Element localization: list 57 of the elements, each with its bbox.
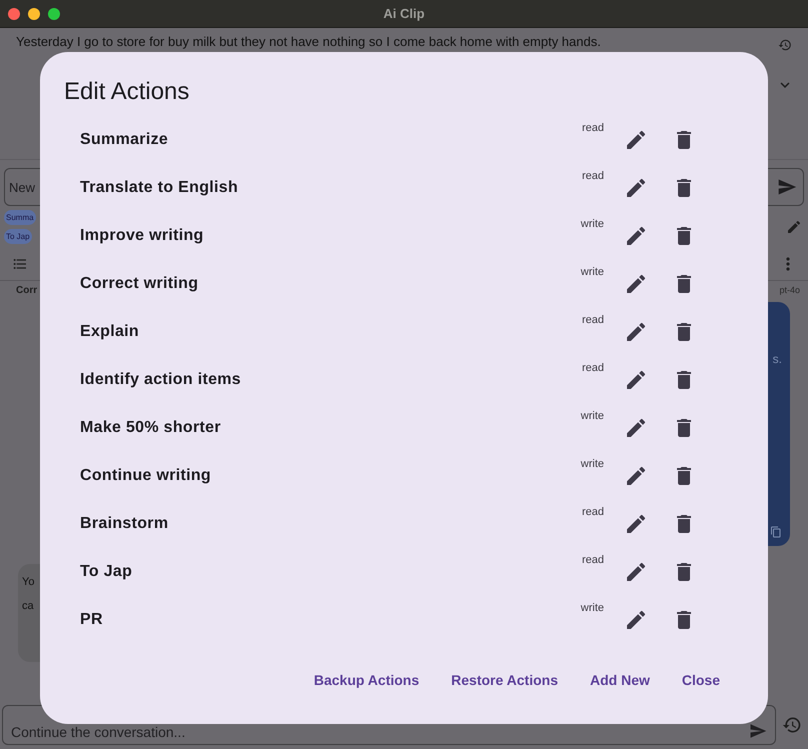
pencil-icon[interactable]: [786, 219, 802, 235]
pencil-icon: [624, 464, 648, 488]
action-mode: read: [580, 362, 604, 374]
action-name: Correct writing: [80, 275, 200, 293]
pencil-icon: [624, 128, 648, 152]
close-dot[interactable]: [8, 8, 20, 20]
dialog-button[interactable]: Add New: [578, 664, 662, 696]
model-label: pt-4o: [779, 285, 800, 296]
dialog-button[interactable]: Backup Actions: [302, 664, 432, 696]
pencil-icon: [624, 272, 648, 296]
zoom-dot[interactable]: [48, 8, 60, 20]
pencil-icon: [624, 512, 648, 536]
window-title: Ai Clip: [383, 6, 425, 21]
action-name: Make 50% shorter: [80, 419, 222, 437]
copy-icon[interactable]: [770, 526, 782, 538]
action-name: Summarize: [80, 131, 170, 149]
history-icon[interactable]: [778, 38, 792, 52]
action-mode: write: [580, 266, 604, 278]
reply-text: s.: [772, 352, 782, 366]
action-name: Translate to English: [80, 179, 240, 197]
action-chip[interactable]: Summa: [4, 210, 36, 225]
action-mode: write: [580, 218, 604, 230]
action-mode: read: [580, 554, 604, 566]
send-icon[interactable]: [749, 722, 767, 740]
prompt-text: Yesterday I go to store for buy milk but they not have nothing so I come back home with empty hands.: [16, 34, 601, 49]
action-mode: read: [580, 314, 604, 326]
conversation-label: Corr: [16, 285, 38, 296]
pencil-icon: [624, 224, 648, 248]
action-mode: read: [580, 122, 604, 134]
action-mode: write: [580, 602, 604, 614]
pencil-icon: [624, 560, 648, 584]
send-icon[interactable]: [777, 177, 797, 197]
dialog-title: Edit Actions: [64, 78, 190, 106]
pencil-icon: [624, 320, 648, 344]
action-mode: read: [580, 170, 604, 182]
message-text: ca: [22, 600, 35, 612]
dialog-button[interactable]: Close: [670, 664, 732, 696]
action-name: Explain: [80, 323, 140, 341]
action-name: PR: [80, 611, 104, 629]
action-name: Identify action items: [80, 371, 242, 389]
dialog-button[interactable]: Restore Actions: [439, 664, 570, 696]
pencil-icon: [624, 416, 648, 440]
action-mode: read: [580, 506, 604, 518]
action-chip[interactable]: To Jap: [4, 229, 32, 244]
action-mode: write: [580, 410, 604, 422]
pencil-icon: [624, 176, 648, 200]
action-name: Brainstorm: [80, 515, 170, 533]
action-mode: write: [580, 458, 604, 470]
list-icon[interactable]: [12, 256, 28, 272]
action-name: Continue writing: [80, 467, 212, 485]
message-text: Yo: [22, 576, 36, 588]
action-name: Improve writing: [80, 227, 205, 245]
pencil-icon: [624, 608, 648, 632]
minimize-dot[interactable]: [28, 8, 40, 20]
history-icon[interactable]: [782, 715, 802, 735]
action-name: To Jap: [80, 563, 134, 581]
pencil-icon: [624, 368, 648, 392]
